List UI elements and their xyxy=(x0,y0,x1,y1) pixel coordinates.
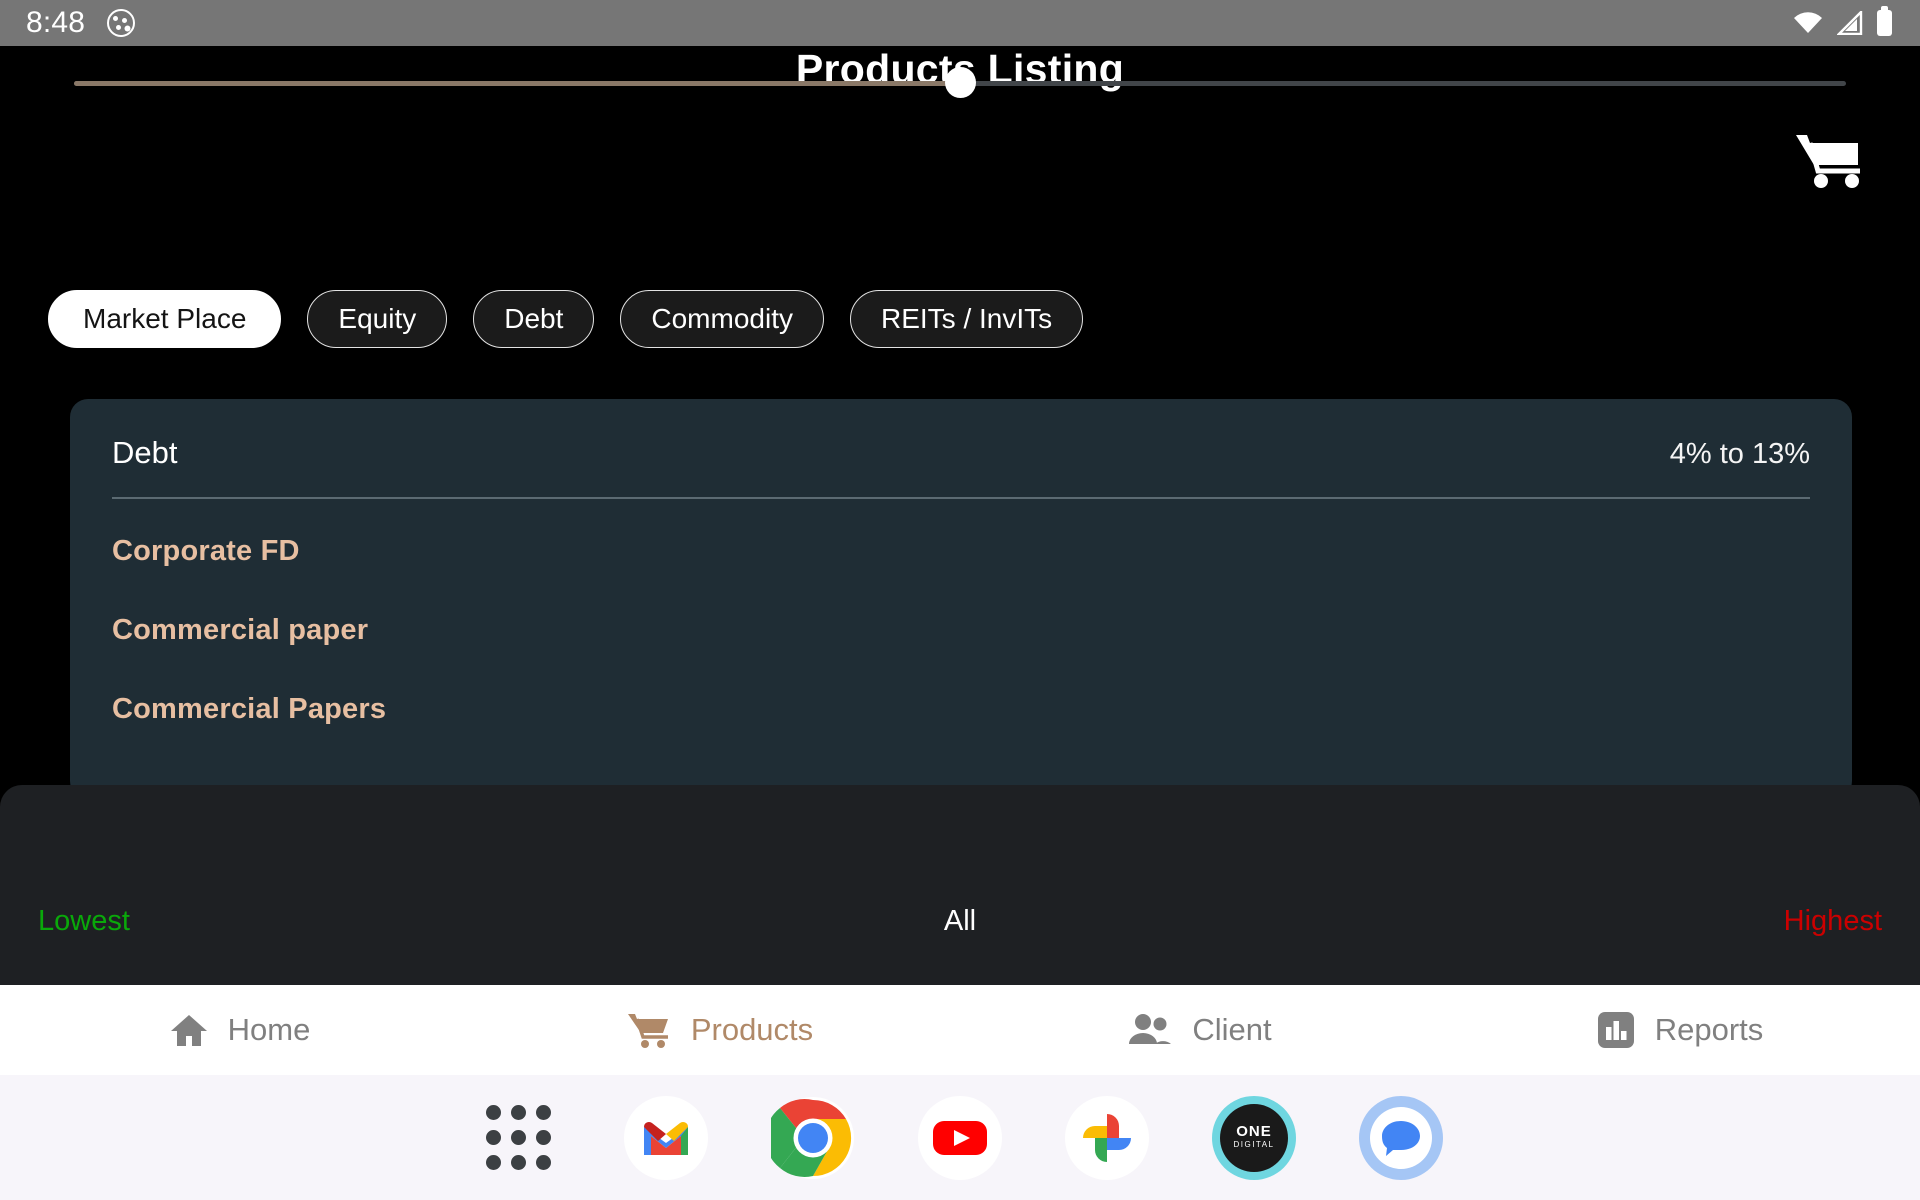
chip-label: Debt xyxy=(504,303,564,334)
one-digital-label-primary: ONE xyxy=(1236,1122,1272,1140)
cellular-signal-icon xyxy=(1837,11,1863,35)
youtube-icon[interactable] xyxy=(918,1095,1002,1180)
app-drawer-icon[interactable] xyxy=(477,1096,561,1180)
one-digital-icon[interactable]: ONE DIGITAL xyxy=(1212,1095,1296,1180)
battery-full-icon xyxy=(1877,6,1892,36)
cookie-icon xyxy=(107,9,136,37)
chip-label: Commodity xyxy=(651,303,793,334)
list-item[interactable]: Commercial paper xyxy=(112,614,1810,647)
android-dock: ONE DIGITAL xyxy=(0,1075,1920,1200)
chip-commodity[interactable]: Commodity xyxy=(620,290,824,348)
status-bar-right xyxy=(1793,6,1892,36)
chip-label: Market Place xyxy=(83,303,247,334)
product-card-debt[interactable]: Debt 4% to 13% Corporate FD Commercial p… xyxy=(70,399,1852,799)
list-item[interactable]: Commercial Papers xyxy=(112,693,1810,726)
nav-item-reports[interactable]: Reports xyxy=(1440,1011,1920,1049)
status-bar-left: 8:48 xyxy=(26,6,136,40)
category-filter-chips: Market Place Equity Debt Commodity REITs… xyxy=(48,290,1084,348)
product-item-list: Corporate FD Commercial paper Commercial… xyxy=(108,535,1814,726)
slider-label-highest: Highest xyxy=(1783,905,1882,937)
one-digital-label-secondary: DIGITAL xyxy=(1233,1139,1275,1149)
google-messages-icon[interactable] xyxy=(1359,1095,1443,1180)
slider-track-fill xyxy=(74,81,960,86)
nav-item-client[interactable]: Client xyxy=(960,1012,1440,1048)
chip-market-place[interactable]: Market Place xyxy=(48,290,282,348)
chip-reits-invits[interactable]: REITs / InvITs xyxy=(849,290,1084,348)
product-return-range: 4% to 13% xyxy=(1669,438,1810,470)
nav-item-products[interactable]: Products xyxy=(480,1011,960,1049)
chip-label: REITs / InvITs xyxy=(880,303,1053,334)
slider-thumb[interactable] xyxy=(944,67,976,98)
slider-label-value: All xyxy=(943,905,977,937)
gmail-icon[interactable] xyxy=(624,1095,708,1180)
sort-slider[interactable] xyxy=(74,67,1846,98)
list-item[interactable]: Corporate FD xyxy=(112,535,1810,568)
nav-label: Client xyxy=(1192,1012,1272,1047)
shopping-cart-icon xyxy=(1796,135,1860,188)
wifi-icon xyxy=(1794,12,1822,33)
bar-chart-icon xyxy=(1597,1011,1635,1049)
slider-labels: Lowest All Highest xyxy=(0,905,1920,955)
nav-label: Reports xyxy=(1654,1012,1764,1047)
google-photos-icon[interactable] xyxy=(1065,1095,1149,1180)
product-category-label: Debt xyxy=(112,435,178,470)
status-bar: 8:48 xyxy=(0,0,1920,46)
nav-item-home[interactable]: Home xyxy=(0,1012,480,1048)
cart-button[interactable] xyxy=(1794,130,1862,190)
phone-screen: 8:48 Products Listing Market Place Equit… xyxy=(0,0,1920,1200)
nav-label: Products xyxy=(690,1012,814,1047)
chip-label: Equity xyxy=(338,303,417,334)
cart-icon xyxy=(627,1011,671,1049)
home-icon xyxy=(170,1012,208,1048)
chrome-icon[interactable] xyxy=(765,1096,855,1180)
chip-equity[interactable]: Equity xyxy=(307,290,448,348)
nav-label: Home xyxy=(227,1012,311,1047)
chip-debt[interactable]: Debt xyxy=(473,290,595,348)
bottom-navigation-bar: Home Products Client Reports xyxy=(0,985,1920,1075)
sort-slider-sheet xyxy=(0,785,1920,985)
people-icon xyxy=(1128,1013,1172,1047)
product-card-header: Debt 4% to 13% xyxy=(108,435,1814,471)
status-bar-clock: 8:48 xyxy=(26,6,86,39)
card-divider xyxy=(112,497,1810,499)
